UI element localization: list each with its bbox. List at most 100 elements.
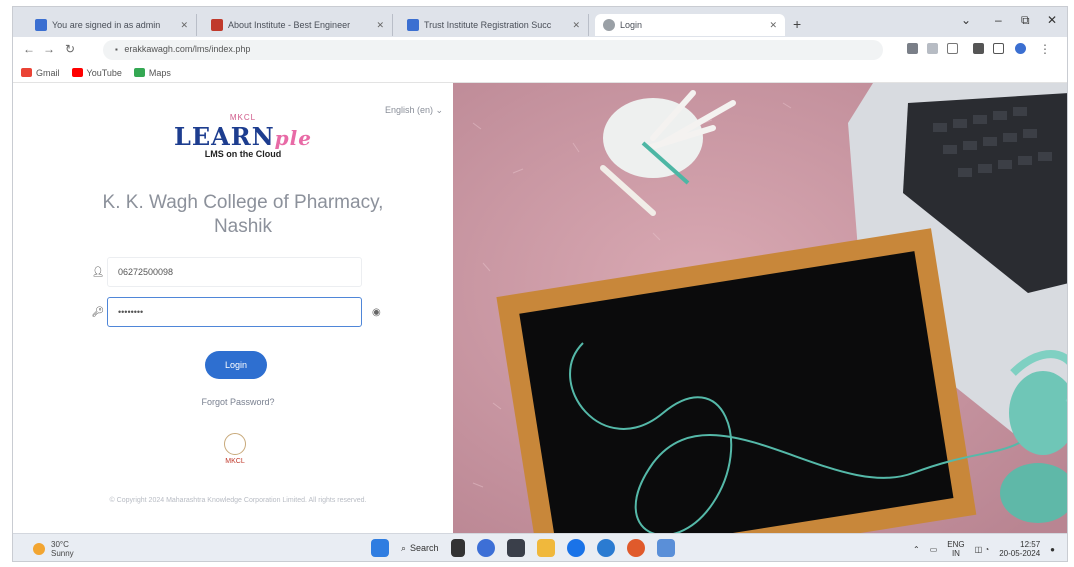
chat-icon[interactable]: [476, 539, 495, 557]
bookmark-label: Maps: [148, 67, 171, 78]
clock[interactable]: 12:57 20-05-2024: [999, 540, 1040, 558]
tab-label: Login: [620, 20, 643, 30]
learn-logo: MKCL LEARNple LMS on the Cloud: [173, 113, 313, 159]
taskbar-search[interactable]: ⌕ Search: [401, 543, 439, 554]
sun-icon: [33, 543, 45, 555]
restore-icon[interactable]: ⧉: [1021, 13, 1030, 28]
key-icon[interactable]: [907, 43, 918, 54]
tab-about-institute[interactable]: About Institute - Best Engineer ✕: [203, 14, 393, 36]
minimize-icon[interactable]: –: [995, 13, 1002, 27]
bookmark-youtube[interactable]: YouTube: [71, 67, 122, 78]
username-input[interactable]: [107, 257, 362, 287]
back-arrow-icon[interactable]: ←: [23, 42, 35, 56]
lock-icon: ▪: [115, 45, 118, 54]
tab-registration[interactable]: Trust Institute Registration Succ ✕: [399, 14, 589, 36]
language-selector[interactable]: English (en) ⌄: [385, 105, 443, 116]
network-icon[interactable]: ▭: [930, 545, 938, 554]
tab-admin[interactable]: You are signed in as admin ✕: [27, 14, 197, 36]
tab-close-icon[interactable]: ✕: [769, 20, 777, 31]
windows-start-icon[interactable]: [371, 539, 389, 557]
tray-region: IN: [951, 549, 960, 558]
institution-name: K. K. Wagh College of Pharmacy, Nashik: [102, 192, 384, 237]
search-label: Search: [410, 543, 439, 553]
browser-app-icon[interactable]: [626, 539, 645, 557]
tab-favicon-icon: [211, 19, 223, 31]
copyright-text: © Copyright 2024 Maharashtra Knowledge C…: [109, 497, 367, 504]
maps-icon: [133, 68, 145, 77]
bookmark-maps[interactable]: Maps: [133, 67, 171, 78]
show-password-eye-icon[interactable]: ◉: [372, 307, 381, 318]
logo-brand-small: MKCL: [229, 113, 257, 122]
clock-date: 20-05-2024: [999, 549, 1041, 558]
tab-label: Trust Institute Registration Succ: [424, 20, 552, 30]
tab-close-icon[interactable]: ✕: [376, 20, 384, 31]
clock-time: 12:57: [1020, 540, 1041, 549]
logo-word: LEARN: [174, 122, 275, 151]
taskbar-apps: ⌕ Search: [371, 539, 675, 557]
footer-brand-logo: MKCL: [213, 433, 257, 465]
tab-label: You are signed in as admin: [52, 20, 161, 30]
bookmark-label: Gmail: [36, 67, 60, 78]
system-tray: ⌃ ▭ ENG IN ◫ ◔ 12:57 20-05-2024 ●: [913, 540, 1055, 558]
chrome-icon[interactable]: [566, 539, 585, 557]
browser-tab-bar: You are signed in as admin ✕ About Insti…: [13, 7, 1067, 37]
tray-lang: ENG: [947, 540, 965, 549]
windows-taskbar: 30°C Sunny ⌕ Search ⌃ ▭ ENG IN ◫ ◔ 12:57…: [13, 533, 1067, 561]
new-tab-plus-icon[interactable]: +: [793, 16, 801, 32]
login-panel: English (en) ⌄ MKCL LEARNple LMS on the …: [13, 83, 453, 533]
user-icon: 👤︎: [91, 266, 105, 278]
extensions-icon[interactable]: [973, 43, 984, 54]
file-explorer-icon[interactable]: [536, 539, 555, 557]
profile-avatar-icon[interactable]: [1015, 43, 1026, 54]
language-indicator[interactable]: ENG IN: [947, 540, 964, 558]
menu-kebab-icon[interactable]: ⋮: [1039, 42, 1051, 56]
weather-desc: Sunny: [51, 549, 74, 558]
forgot-password-link[interactable]: Forgot Password?: [183, 397, 293, 407]
username-row: 👤︎: [89, 257, 362, 287]
browser-toolbar: ← → ↻ ▪ erakkawagh.com/lms/index.php ⋮: [13, 37, 1067, 63]
logo-swash: ple: [274, 126, 312, 150]
reload-icon[interactable]: ↻: [65, 42, 75, 56]
search-icon: ⌕: [401, 542, 407, 553]
address-bar[interactable]: ▪ erakkawagh.com/lms/index.php: [103, 40, 883, 60]
key-icon: 🔑︎: [91, 306, 105, 318]
wifi-volume-icon[interactable]: ◫ ◔: [975, 545, 990, 554]
mkcl-emblem-icon: [224, 433, 246, 455]
tab-favicon-icon: [407, 19, 419, 31]
screen-photo: You are signed in as admin ✕ About Insti…: [12, 6, 1068, 562]
close-window-icon[interactable]: ✕: [1047, 13, 1057, 27]
password-row: 🔑︎ ◉: [89, 297, 381, 327]
translate-icon[interactable]: [927, 43, 938, 54]
login-button[interactable]: Login: [205, 351, 267, 379]
forward-arrow-icon[interactable]: →: [43, 42, 55, 56]
youtube-icon: [71, 68, 83, 77]
notification-icon[interactable]: ●: [1050, 545, 1055, 554]
star-icon[interactable]: [947, 43, 958, 54]
tab-favicon-icon: [603, 19, 615, 31]
password-input[interactable]: [107, 297, 362, 327]
url-text: erakkawagh.com/lms/index.php: [124, 44, 251, 54]
edge-icon[interactable]: [596, 539, 615, 557]
bookmark-gmail[interactable]: Gmail: [21, 68, 60, 78]
gmail-icon: [21, 68, 32, 77]
chevron-down-icon[interactable]: ⌄: [961, 13, 971, 27]
bookmarks-bar: Gmail YouTube Maps: [13, 63, 1067, 83]
tab-favicon-icon: [35, 19, 47, 31]
task-view-icon[interactable]: [450, 539, 465, 557]
tab-close-icon[interactable]: ✕: [572, 20, 580, 31]
store-icon[interactable]: [506, 539, 525, 557]
footer-brand-name: MKCL: [225, 458, 245, 465]
tab-login[interactable]: Login ✕: [595, 14, 785, 36]
bookmark-label: YouTube: [86, 67, 122, 78]
tab-close-icon[interactable]: ✕: [180, 20, 188, 31]
web-page: English (en) ⌄ MKCL LEARNple LMS on the …: [13, 83, 1067, 533]
weather-temp: 30°C: [51, 540, 69, 549]
login-background-image: [453, 83, 1067, 533]
tab-label: About Institute - Best Engineer: [228, 20, 351, 30]
desk-scene-illustration: [453, 83, 1067, 533]
logo-wordmark: LEARNple: [173, 122, 313, 151]
chevron-up-icon[interactable]: ⌃: [913, 545, 920, 554]
sidepanel-icon[interactable]: [993, 43, 1004, 54]
weather-widget[interactable]: 30°C Sunny: [33, 540, 74, 558]
app-icon[interactable]: [656, 539, 675, 557]
